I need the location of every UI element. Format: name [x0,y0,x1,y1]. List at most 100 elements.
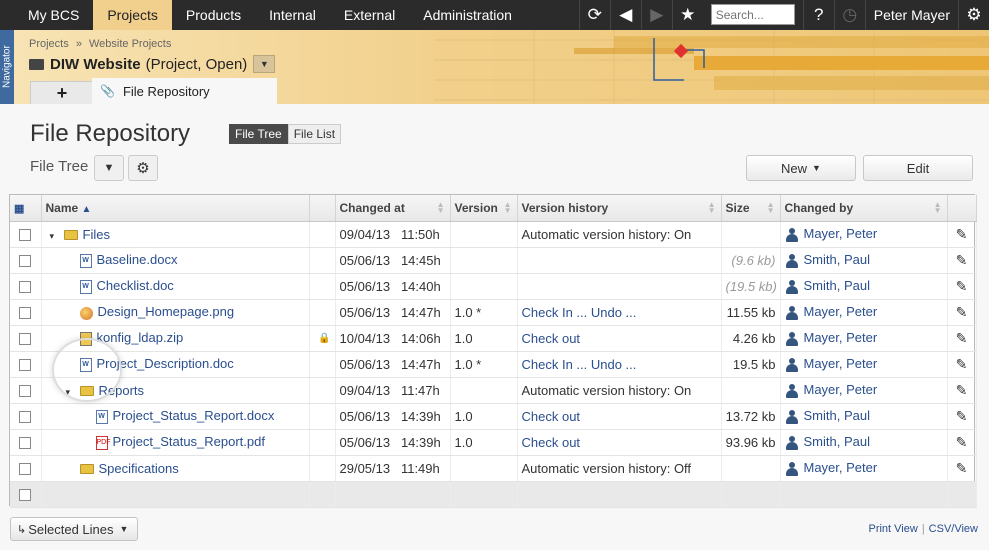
table-header-row: ▦ Name ▲ Changed at ▲ ▼ Version ▲ ▼ Version … [10,195,977,222]
version-history-value[interactable]: Check out [522,331,581,346]
edit-pencil-icon[interactable]: ✎ [956,460,968,476]
file-name-link[interactable]: Specifications [99,461,179,476]
changed-by-link[interactable]: Smith, Paul [804,252,870,267]
nav-tab-external[interactable]: External [330,0,409,30]
new-button[interactable]: New ▼ [746,155,856,181]
forward-icon[interactable]: ▶ [640,0,672,30]
row-checkbox[interactable] [19,229,32,242]
version-history-value[interactable]: Check out [522,435,581,450]
row-checkbox[interactable] [19,255,32,268]
row-checkbox[interactable] [19,437,32,450]
settings-gear-button[interactable]: ⚙ [128,155,158,181]
user-icon [785,305,799,320]
table-row[interactable]: Specifications 29/05/13 11:49h Automatic v… [10,455,977,482]
breadcrumb-projects[interactable]: Projects [29,38,69,50]
file-name-link[interactable]: Project_Status_Report.docx [113,408,275,423]
nav-tab-internal[interactable]: Internal [255,0,330,30]
column-name[interactable]: Name ▲ [41,195,310,222]
row-checkbox[interactable] [19,281,32,294]
search-input[interactable] [710,4,795,25]
table-row[interactable]: W Project_Status_Report.docx 05/06/13 14:3… [10,403,977,430]
edit-pencil-icon[interactable]: ✎ [956,434,968,450]
navigator-toggle[interactable]: Navigator [0,30,14,104]
table-row[interactable]: PDF Project_Status_Report.pdf 05/06/13 14:… [10,429,977,456]
nav-tab-my-bcs[interactable]: My BCS [0,0,93,30]
edit-pencil-icon[interactable]: ✎ [956,408,968,424]
stopwatch-icon[interactable]: ◷ [833,0,865,30]
edit-pencil-icon[interactable]: ✎ [956,304,968,320]
changed-by-link[interactable]: Smith, Paul [804,278,870,293]
changed-by-link[interactable]: Mayer, Peter [804,226,878,241]
column-changed-by[interactable]: Changed by ▲ ▼ [780,195,948,222]
changed-by-link[interactable]: Mayer, Peter [804,304,878,319]
row-checkbox[interactable] [19,359,32,372]
add-tab-button[interactable]: + [30,81,94,104]
refresh-icon[interactable]: ⟳ [578,0,610,30]
column-chooser[interactable]: ▦ [10,195,42,222]
file-name-link[interactable]: Project_Status_Report.pdf [113,434,265,449]
edit-pencil-icon[interactable]: ✎ [956,330,968,346]
breadcrumb-website-projects[interactable]: Website Projects [89,38,171,50]
column-changed-at[interactable]: Changed at ▲ ▼ [335,195,451,222]
edit-pencil-icon[interactable]: ✎ [956,278,968,294]
expand-toggle-icon[interactable]: ▾ [50,231,64,242]
file-name-link[interactable]: Files [83,227,110,242]
edit-button[interactable]: Edit [863,155,973,181]
row-checkbox[interactable] [19,463,32,476]
file-name-link[interactable]: Project_Description.doc [97,356,234,371]
row-checkbox[interactable] [19,307,32,320]
changed-by-link[interactable]: Mayer, Peter [804,382,878,397]
file-list-toggle[interactable]: File List [287,124,342,144]
changed-by-link[interactable]: Mayer, Peter [804,356,878,371]
edit-pencil-icon[interactable]: ✎ [956,226,968,242]
nav-tab-administration[interactable]: Administration [409,0,526,30]
changed-time: 14:47h [400,356,441,372]
print-view-link[interactable]: Print View [868,523,917,535]
table-row[interactable]: W Checklist.doc 05/06/13 14:40h (19.5 kb) Sm… [10,273,977,300]
csv-view-link[interactable]: CSV/View [929,523,978,535]
edit-pencil-icon[interactable]: ✎ [956,382,968,398]
nav-tab-products[interactable]: Products [172,0,255,30]
file-name-link[interactable]: Checklist.doc [97,278,174,293]
file-name-link[interactable]: Reports [99,383,145,398]
table-row[interactable]: konfig_ldap.zip 🔒 10/04/13 14:06h 1.0 Check … [10,325,977,352]
file-name-link[interactable]: konfig_ldap.zip [97,330,184,345]
project-menu-button[interactable]: ▼ [253,55,276,73]
row-checkbox[interactable] [19,411,32,424]
nav-tab-projects[interactable]: Projects [93,0,172,30]
expand-toggle-icon[interactable]: ▾ [66,387,80,398]
selected-lines-button[interactable]: ↳ Selected Lines ▼ [10,517,138,541]
column-version[interactable]: Version ▲ ▼ [450,195,518,222]
changed-by-link[interactable]: Mayer, Peter [804,330,878,345]
user-name[interactable]: Peter Mayer [864,0,958,30]
changed-by-link[interactable]: Smith, Paul [804,434,870,449]
back-icon[interactable]: ◀ [609,0,641,30]
tab-file-repository[interactable]: 📎 File Repository [92,78,277,104]
version-history-value[interactable]: Check In ... Undo ... [522,305,637,320]
changed-by-link[interactable]: Smith, Paul [804,408,870,423]
gear-icon[interactable]: ⚙ [958,0,989,30]
row-checkbox[interactable] [19,385,32,398]
file-name-link[interactable]: Design_Homepage.png [98,304,235,319]
changed-time: 14:39h [400,408,441,424]
column-version-history[interactable]: Version history ▲ ▼ [517,195,722,222]
star-icon[interactable]: ★ [671,0,703,30]
version-history-value[interactable]: Check out [522,409,581,424]
column-size[interactable]: Size ▲ ▼ [721,195,781,222]
table-row[interactable]: Design_Homepage.png 05/06/13 14:47h 1.0 * C… [10,299,977,326]
table-row[interactable]: ▾ Reports 09/04/13 11:47h Automatic version… [10,377,977,404]
select-all-checkbox[interactable] [19,489,32,502]
view-menu-button[interactable]: ▼ [94,155,124,181]
file-name-link[interactable]: Baseline.docx [97,252,178,267]
edit-pencil-icon[interactable]: ✎ [956,356,968,372]
row-checkbox[interactable] [19,333,32,346]
version-history-value[interactable]: Check In ... Undo ... [522,357,637,372]
edit-pencil-icon[interactable]: ✎ [956,252,968,268]
changed-by-link[interactable]: Mayer, Peter [804,460,878,475]
table-row[interactable]: W Baseline.docx 05/06/13 14:45h (9.6 kb) Smi… [10,247,977,274]
table-row[interactable]: W Project_Description.doc 05/06/13 14:47h 1… [10,351,977,378]
table-row[interactable]: ▾ Files 09/04/13 11:50h Automatic version h… [10,221,977,248]
file-tree-toggle[interactable]: File Tree [229,124,288,144]
help-icon[interactable]: ? [802,0,834,30]
